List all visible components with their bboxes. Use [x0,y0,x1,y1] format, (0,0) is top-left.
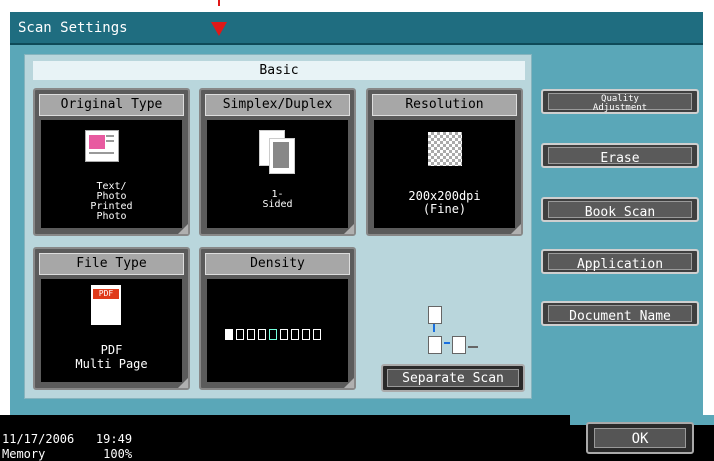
pdf-file-icon: PDF [91,285,121,325]
density-scale [225,329,321,340]
simplex-page-icon [259,130,295,174]
application-label: Application [576,257,664,272]
density-label: Density [205,253,350,275]
file-type-body: PDF PDF Multi Page [41,279,182,382]
tile-corner-icon [344,224,354,234]
resolution-label: Resolution [372,94,517,116]
pdf-icon-label: PDF [93,289,119,299]
file-type-label: File Type [39,253,184,275]
density-cell [313,329,321,340]
separate-scan-label: Separate Scan [387,369,519,387]
document-name-face: Document Name [548,305,692,324]
tile-corner-icon [178,378,188,388]
book-scan-button[interactable]: Book Scan [541,197,699,222]
document-name-button[interactable]: Document Name [541,301,699,326]
application-face: Application [548,253,692,272]
down-arrow-icon [211,22,227,36]
photo-document-icon [85,130,119,162]
density-cell [258,329,266,340]
density-body [207,279,348,382]
density-cell [247,329,255,340]
density-cell [291,329,299,340]
density-cell [302,329,310,340]
quality-adjustment-face: Quality Adjustment [548,93,692,113]
density-cell [236,329,244,340]
resolution-grid-icon [428,132,462,166]
original-type-label: Original Type [39,94,184,116]
ok-button[interactable]: OK [586,422,694,454]
tile-corner-icon [344,378,354,388]
ok-label: OK [594,428,686,448]
simplex-duplex-value: 1- Sided [262,189,293,210]
original-type-body: Text/ Photo Printed Photo [41,120,182,228]
erase-label: Erase [600,151,640,166]
erase-face: Erase [548,147,692,166]
erase-button[interactable]: Erase [541,143,699,168]
tile-corner-icon [178,224,188,234]
resolution-button[interactable]: Resolution 200x200dpi (Fine) [366,88,523,236]
basic-label: Basic [33,61,525,80]
file-type-value: PDF Multi Page [75,343,148,371]
quality-adjustment-button[interactable]: Quality Adjustment [541,89,699,114]
indicator-arrow-line [218,0,220,6]
status-memory: Memory 100% [2,447,133,461]
density-cell-selected [269,329,277,340]
separate-scan-button[interactable]: Separate Scan [381,364,525,392]
resolution-body: 200x200dpi (Fine) [374,120,515,228]
separate-scan-icon [428,306,488,358]
document-name-label: Document Name [569,309,671,324]
tile-corner-icon [511,224,521,234]
simplex-duplex-button[interactable]: Simplex/Duplex 1- Sided [199,88,356,236]
simplex-duplex-body: 1- Sided [207,120,348,228]
resolution-value: 200x200dpi (Fine) [408,189,481,216]
book-scan-label: Book Scan [584,205,656,220]
original-type-value: Text/ Photo Printed Photo [90,181,133,222]
simplex-duplex-label: Simplex/Duplex [205,94,350,116]
file-type-button[interactable]: File Type PDF PDF Multi Page [33,247,190,390]
window-title: Scan Settings [10,12,703,45]
density-button[interactable]: Density [199,247,356,390]
quality-adjustment-label: Quality Adjustment [592,94,648,113]
density-cell [280,329,288,340]
application-button[interactable]: Application [541,249,699,274]
status-datetime: 11/17/2006 19:49 [2,432,133,446]
book-scan-face: Book Scan [548,201,692,220]
density-cell [225,329,233,340]
original-type-button[interactable]: Original Type Text/ Photo Printed Photo [33,88,190,236]
